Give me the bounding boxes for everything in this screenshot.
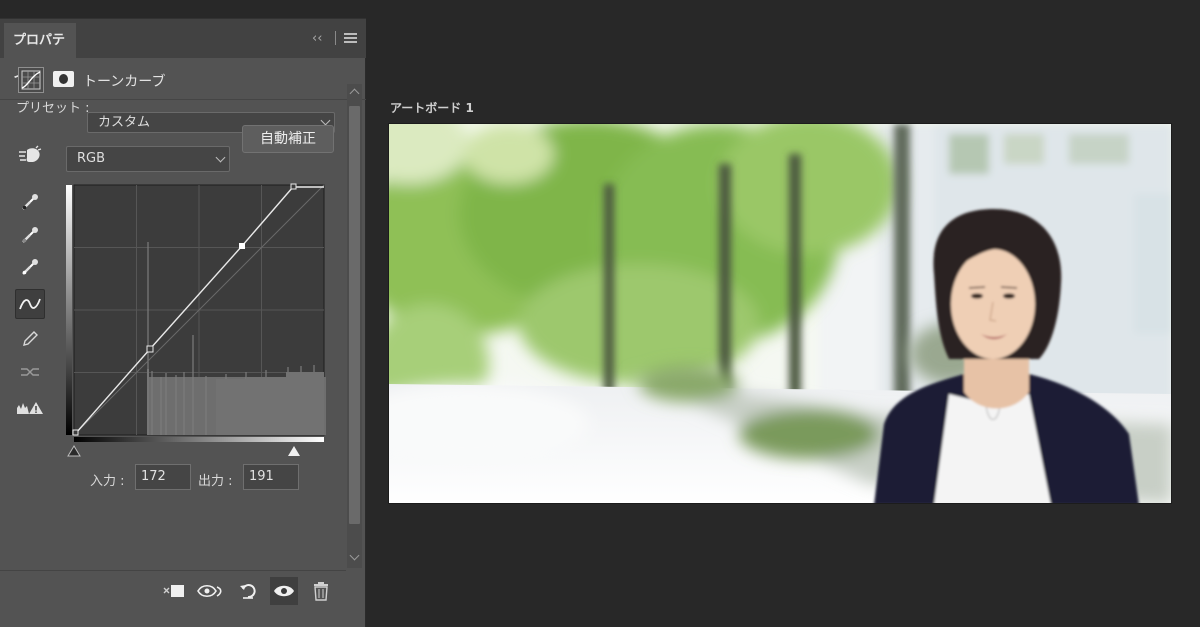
chevron-down-icon bbox=[215, 152, 226, 163]
chevron-down-icon bbox=[320, 115, 331, 126]
mask-icon[interactable] bbox=[53, 71, 74, 87]
preset-value: カスタム bbox=[98, 115, 151, 130]
view-previous-icon[interactable] bbox=[196, 577, 224, 605]
input-label: 入力 : bbox=[90, 474, 125, 489]
clipping-warning-icon[interactable] bbox=[15, 393, 45, 423]
artboard-label[interactable]: アートボード 1 bbox=[390, 99, 474, 116]
output-label: 出力 : bbox=[198, 474, 233, 489]
black-eyedropper-icon[interactable] bbox=[15, 187, 45, 217]
panel-footer bbox=[0, 570, 346, 609]
output-field[interactable]: 191 bbox=[243, 464, 299, 490]
adjustment-layer-icon[interactable] bbox=[18, 67, 44, 93]
panel-menu-icon[interactable] bbox=[344, 33, 357, 45]
visibility-icon[interactable] bbox=[270, 577, 298, 605]
target-adjust-icon[interactable] bbox=[15, 141, 45, 171]
curves-graph[interactable] bbox=[66, 167, 328, 458]
preset-label: プリセット : bbox=[16, 101, 90, 116]
tab-divider bbox=[335, 31, 336, 45]
panel-tab-bar: プロパティ ‹‹ bbox=[0, 18, 366, 84]
auto-button[interactable]: 自動補正 bbox=[242, 125, 334, 153]
tab-properties[interactable]: プロパティ bbox=[4, 23, 76, 84]
trash-icon[interactable] bbox=[307, 577, 335, 605]
reset-icon[interactable] bbox=[234, 577, 262, 605]
curve-point-icon[interactable] bbox=[15, 289, 45, 319]
channel-value: RGB bbox=[77, 151, 106, 166]
white-eyedropper-icon[interactable] bbox=[15, 252, 45, 282]
clip-to-layer-icon[interactable] bbox=[160, 577, 188, 605]
gray-eyedropper-icon[interactable] bbox=[15, 220, 45, 250]
pencil-icon[interactable] bbox=[15, 324, 45, 354]
scrollbar-thumb[interactable] bbox=[349, 106, 360, 524]
adjustment-title: トーンカーブ bbox=[83, 74, 166, 90]
input-field[interactable]: 172 bbox=[135, 464, 191, 490]
smooth-icon[interactable] bbox=[15, 357, 45, 387]
adjustment-header: トーンカーブ bbox=[0, 58, 366, 100]
collapse-icon[interactable]: ‹‹ bbox=[312, 31, 322, 46]
artboard-photo[interactable] bbox=[388, 123, 1172, 504]
